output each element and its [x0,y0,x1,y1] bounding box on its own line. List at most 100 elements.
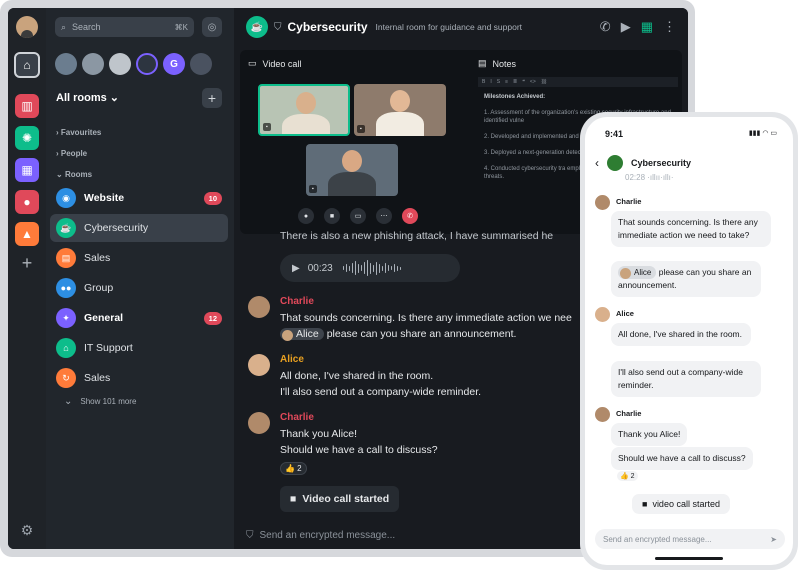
camera-icon[interactable]: ■ [324,208,340,224]
avatar[interactable] [595,307,610,322]
send-icon[interactable]: ➤ [770,535,777,544]
video-icon: ▭ [248,58,257,68]
waveform-bar [393,264,396,272]
code-button[interactable]: <> [530,79,536,85]
strike-button[interactable]: S [497,79,500,85]
section-rooms[interactable]: ⌄ Rooms [56,170,92,179]
sender-name[interactable]: Charlie [280,412,314,423]
sender-name[interactable]: Alice [280,354,304,365]
room-item-cybersecurity[interactable]: ☕ Cybersecurity [50,214,228,242]
room-label: Sales [84,372,111,384]
video-tile[interactable]: ▪ [306,144,398,196]
calendar-space-icon[interactable]: ▦ [15,158,39,182]
room-avatar[interactable] [607,155,623,171]
room-name[interactable]: Cybersecurity [288,20,368,34]
room-item-it-support[interactable]: ⌂ IT Support [50,334,228,362]
avatar[interactable] [595,195,610,210]
add-room-button[interactable]: + [202,88,222,108]
avatar[interactable] [190,53,212,75]
avatar[interactable] [248,296,270,318]
numbered-list-button[interactable]: ≣ [513,79,517,85]
video-call-started-tile[interactable]: ■ Video call started [280,486,400,512]
reaction-pill[interactable]: 👍 2 [280,462,307,475]
phone-screen: 9:41 ▮▮▮ ◠ ▭ ‹ Cybersecurity 02:28 ·ıllı… [585,117,793,565]
mention-pill[interactable]: Alice [618,266,657,279]
bank-space-icon[interactable]: ▥ [15,94,39,118]
avatar[interactable] [136,53,158,75]
room-item-sales[interactable]: ▤ Sales [50,244,228,272]
avatar[interactable] [109,53,131,75]
mention-pill[interactable]: Alice [280,328,324,341]
more-icon[interactable]: ⋮ [663,19,676,35]
video-call-widget: ▭ Video call ▪ ▪ ▪ ● ■ ▭ ⋯ ✆ [248,58,470,230]
search-shortcut: ⌘K [174,22,188,32]
room-label: Cybersecurity [84,222,149,234]
sender-name[interactable]: Alice [616,309,634,318]
widget-title: Notes [492,58,517,69]
section-label: Favourites [60,128,102,137]
section-favourites[interactable]: › Favourites [56,128,101,137]
italic-button[interactable]: I [490,79,491,85]
avatar[interactable] [248,354,270,376]
room-name[interactable]: Cybersecurity [631,158,691,168]
voice-message[interactable]: ▶ 00:23 [280,254,460,282]
location-space-icon[interactable]: ● [15,190,39,214]
video-call-started-tile[interactable]: ■ video call started [632,494,730,514]
add-space-icon[interactable]: + [15,251,39,275]
avatar[interactable] [248,412,270,434]
room-item-website[interactable]: ◉ Website 10 [50,184,228,212]
sun-space-icon[interactable]: ✺ [15,126,39,150]
user-avatar[interactable] [16,16,38,38]
reaction-pill[interactable]: 👍 2 [617,471,638,481]
voice-duration: 00:23 [307,262,333,274]
all-rooms-dropdown[interactable]: All rooms ⌄ [56,91,119,104]
coffee-icon: ☕ [56,218,76,238]
search-button[interactable]: ⌕ Search ⌘K [55,17,194,37]
voice-message[interactable]: 02:28 ·ıllıı·ıllı· [625,173,673,182]
message-composer[interactable]: ⛉ Send an encrypted message... [246,530,395,541]
sender-name[interactable]: Charlie [280,296,314,307]
room-item-general[interactable]: ✦ General 12 [50,304,228,332]
hang-up-icon[interactable]: ✆ [402,208,418,224]
video-tile[interactable]: ▪ [354,84,446,136]
status-icons: ▮▮▮ ◠ ▭ [748,130,777,137]
screen-share-icon[interactable]: ▭ [350,208,366,224]
phone-icon[interactable]: ✆ [600,19,611,35]
message-body: Alice please can you share an announceme… [280,328,516,341]
show-more-button[interactable]: ⌄ Show 101 more [64,396,136,407]
waveform-bar [372,264,375,272]
quote-button[interactable]: ❝ [522,79,525,85]
chevron-left-icon[interactable]: ‹ [595,156,599,170]
list-button[interactable]: ≡ [505,79,508,85]
video-icon[interactable]: ▶ [621,19,631,35]
gear-icon[interactable]: ⚙ [15,518,39,542]
avatar[interactable]: G [163,53,185,75]
avatar[interactable] [82,53,104,75]
grid-icon[interactable]: ▦ [641,19,653,35]
link-button[interactable]: ⛓ [541,79,547,85]
play-icon[interactable]: ▶ [292,263,300,274]
message-bubble: Should we have a call to discuss? [611,447,753,470]
search-icon: ⌕ [61,21,67,32]
message-composer[interactable]: Send an encrypted message... ➤ [595,529,785,549]
room-label: Group [84,282,114,294]
compass-icon[interactable]: ◎ [202,17,222,37]
room-item-sales-2[interactable]: ↻ Sales [50,364,228,392]
message-bubble: I'll also send out a company-wide remind… [611,361,761,397]
microphone-icon[interactable]: ● [298,208,314,224]
home-icon[interactable]: ⌂ [14,52,40,78]
more-icon[interactable]: ⋯ [376,208,392,224]
room-item-group[interactable]: ●● Group [50,274,228,302]
sender-name[interactable]: Charlie [616,409,641,418]
sender-name[interactable]: Charlie [616,197,641,206]
chart-space-icon[interactable]: ▲ [15,222,39,246]
section-people[interactable]: › People [56,149,87,158]
refresh-icon: ↻ [56,368,76,388]
participant-head [296,92,316,114]
video-tile[interactable]: ▪ [258,84,350,136]
room-avatar[interactable]: ☕ [246,16,268,38]
room-label: General [84,312,124,324]
avatar[interactable] [595,407,610,422]
bold-button[interactable]: B [482,79,485,85]
avatar[interactable] [55,53,77,75]
